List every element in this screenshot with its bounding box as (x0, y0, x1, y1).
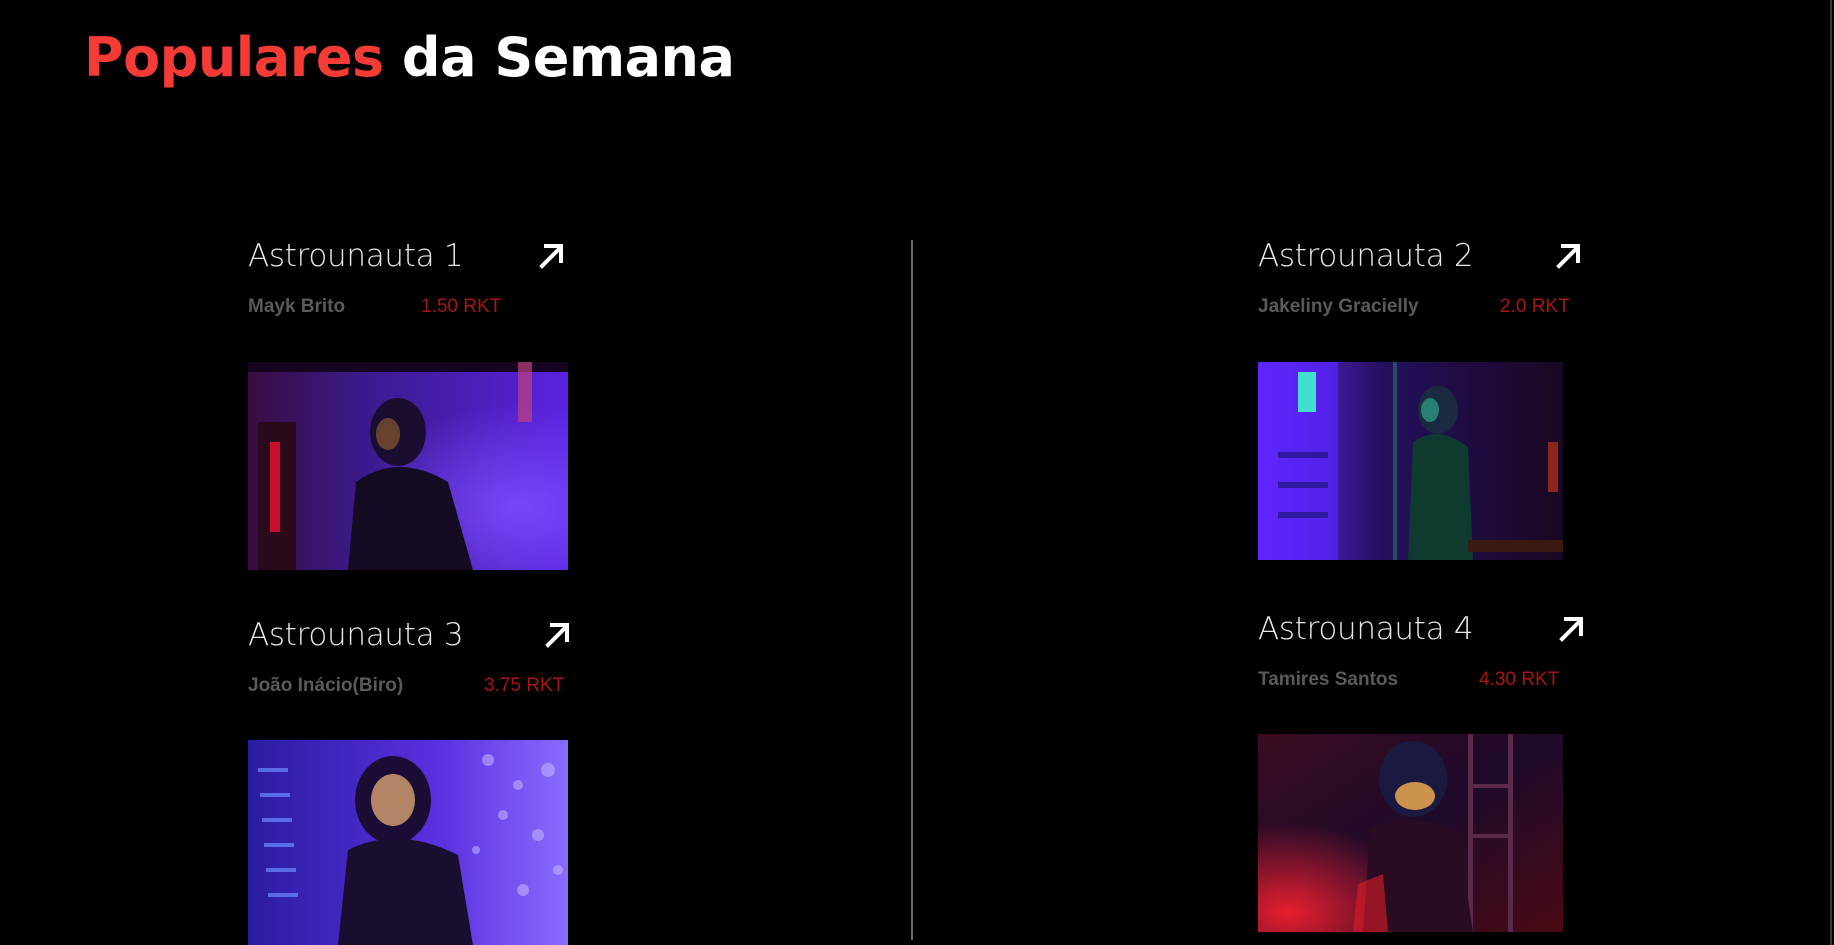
section-title-rest: da Semana (383, 26, 735, 89)
arrow-up-right-icon[interactable] (1554, 611, 1588, 645)
section-title-accent: Populares (84, 26, 384, 89)
card-price: 2.0 RKT (1500, 296, 1570, 317)
card-title: Astrounauta 3 (248, 617, 464, 653)
nft-card: Astrounauta 3 João Inácio(Biro) 3.75 RKT (248, 617, 578, 945)
card-title: Astrounauta 4 (1258, 611, 1474, 647)
nft-card: Astrounauta 1 Mayk Brito 1.50 RKT (248, 238, 578, 578)
card-author: João Inácio(Biro) (248, 675, 404, 696)
card-author: Mayk Brito (248, 296, 346, 317)
section-title: Populares da Semana (84, 26, 735, 89)
card-author: Tamires Santos (1258, 669, 1399, 690)
astronaut-photo[interactable] (1258, 362, 1563, 560)
arrow-up-right-icon[interactable] (534, 238, 568, 272)
card-price: 3.75 RKT (484, 675, 565, 696)
nft-card: Astrounauta 2 Jakeliny Gracielly 2.0 RKT (1258, 238, 1588, 568)
arrow-up-right-icon[interactable] (1551, 238, 1585, 272)
astronaut-photo[interactable] (248, 740, 568, 945)
page: Populares da Semana Astrounauta 1 Mayk B… (0, 0, 1834, 945)
card-author: Jakeliny Gracielly (1258, 296, 1419, 317)
nft-card: Astrounauta 4 Tamires Santos 4.30 RKT (1258, 611, 1588, 945)
column-divider (911, 240, 913, 940)
card-title: Astrounauta 1 (248, 238, 464, 274)
astronaut-photo[interactable] (1258, 734, 1563, 932)
card-price: 1.50 RKT (421, 296, 502, 317)
scrollbar-edge (1830, 0, 1832, 945)
arrow-up-right-icon[interactable] (540, 617, 574, 651)
astronaut-photo[interactable] (248, 362, 568, 570)
card-price: 4.30 RKT (1479, 669, 1560, 690)
card-title: Astrounauta 2 (1258, 238, 1474, 274)
